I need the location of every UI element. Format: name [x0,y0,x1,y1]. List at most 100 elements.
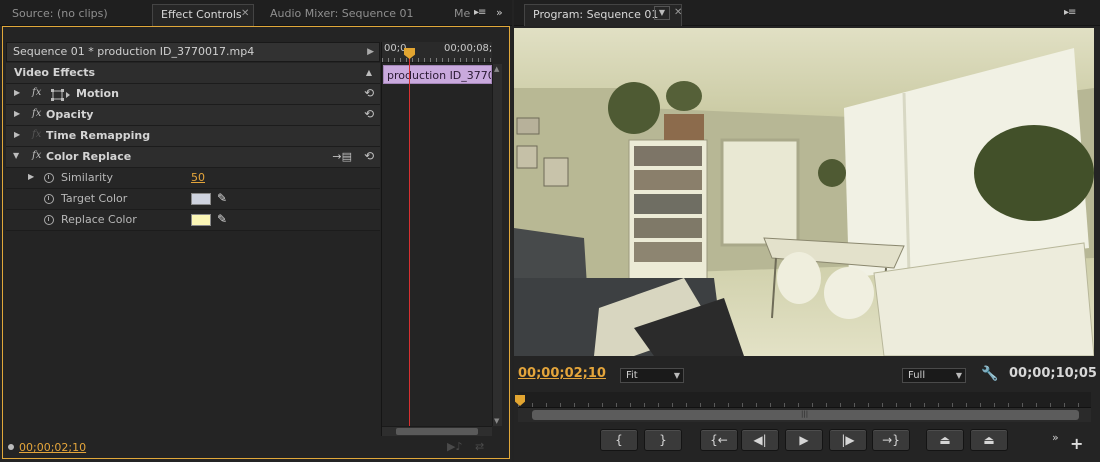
param-row-replace-color: Replace Color ✎ [6,210,380,231]
reset-icon[interactable]: ⟲ [364,86,374,100]
button-editor-plus-icon[interactable]: + [1070,434,1083,453]
panel-menu-icon[interactable]: ▸≡ [1064,7,1076,18]
chevron-down-icon: ▼ [955,371,962,380]
panel-overflow-icon[interactable]: » [496,6,503,19]
param-name: Target Color [61,192,128,205]
scroll-down-icon[interactable]: ▼ [494,417,499,425]
program-video-frame[interactable] [514,28,1094,356]
chevron-down-icon: ▼ [673,371,680,380]
param-name: Replace Color [61,213,137,226]
left-tab-bar: Source: (no clips) Effect Controls ✕ Aud… [0,0,512,26]
tab-audio-mixer[interactable]: Audio Mixer: Sequence 01 [262,4,442,26]
replace-color-swatch[interactable] [191,214,211,226]
fx-toggle-icon[interactable]: fx [32,108,41,119]
ruler-end-label: 00;00;08; [444,43,493,54]
stopwatch-icon[interactable] [44,215,54,225]
tab-effect-controls-label: Effect Controls [161,8,242,21]
play-stop-button[interactable]: ▶ [785,429,823,451]
effect-settings-icon[interactable]: →▤ [332,150,352,163]
fx-toggle-icon[interactable]: fx [32,150,41,161]
wrench-settings-icon[interactable]: 🔧 [981,366,998,382]
param-row-target-color: Target Color ✎ [6,189,380,210]
scroll-up-icon[interactable]: ▲ [494,65,499,73]
lift-icon: ⏏ [939,433,951,447]
play-audio-icon[interactable]: ▶♪ [447,440,462,453]
right-tab-bar: Program: Sequence 01 ▼ ✕ ▸≡ [514,0,1100,26]
tab-source[interactable]: Source: (no clips) [4,4,150,26]
more-controls-icon[interactable]: » [1052,431,1059,444]
param-name: Similarity [61,171,114,184]
duration-timecode: 00;00;10;05 [1009,366,1097,381]
step-forward-icon: |▶ [841,433,855,447]
stopwatch-icon[interactable] [44,194,54,204]
mark-in-button[interactable]: { [600,429,638,451]
mark-out-button[interactable]: } [644,429,682,451]
scroll-grip-icon: ||| [801,410,809,418]
vertical-scrollbar[interactable]: ▲ ▼ [492,64,502,426]
tab-metadata[interactable]: Me [446,4,472,26]
ruler-start-label: 00;0 [384,43,407,54]
show-timeline-icon[interactable]: ▶ [367,47,374,57]
clip-bar[interactable]: production ID_3770017.mp4 [383,65,492,84]
tab-program-label: Program: Sequence 01 [533,8,659,21]
zoom-fit-value: Fit [626,370,638,381]
eyedropper-icon[interactable]: ✎ [217,191,227,205]
resolution-value: Full [908,370,926,381]
horizontal-scrollbar[interactable] [382,426,492,436]
similarity-value[interactable]: 50 [191,171,205,184]
extract-icon: ⏏ [983,433,995,447]
expand-triangle-icon[interactable]: ▶ [14,130,20,139]
program-monitor-panel: Program: Sequence 01 ▼ ✕ ▸≡ 00;00;02;10 … [514,0,1100,462]
current-timecode[interactable]: 00;00;02;10 [518,366,606,381]
collapse-up-icon[interactable]: ▲ [366,68,372,77]
go-to-out-icon: →} [882,433,900,447]
effect-controls-footer: 00;00;02;10 ▶♪ ⇄ [3,438,509,458]
expand-triangle-icon[interactable]: ▶ [14,88,20,97]
expand-triangle-icon[interactable]: ▶ [14,109,20,118]
eyedropper-icon[interactable]: ✎ [217,212,227,226]
effect-row-color-replace[interactable]: ▼ fx Color Replace →▤ ⟲ [6,147,380,168]
expand-triangle-icon[interactable]: ▶ [28,172,34,181]
effect-name: Color Replace [46,150,132,163]
ruler-ticks [382,58,492,62]
scroll-thumb[interactable] [396,428,478,435]
effect-controls-timeline: 00;0 00;00;08; production ID_3770017.mp4… [381,42,502,436]
stopwatch-icon[interactable] [44,173,54,183]
close-tab-icon[interactable]: ✕ [241,8,249,19]
panel-menu-icon[interactable]: ▸≡ [474,7,486,18]
video-effects-heading: Video Effects [14,66,96,79]
tab-source-label: Source: (no clips) [12,7,108,20]
collapse-triangle-icon[interactable]: ▼ [13,151,19,160]
video-effects-header[interactable]: Video Effects ▲ [6,63,380,84]
effect-row-opacity[interactable]: ▶ fx Opacity ⟲ [6,105,380,126]
sequence-clip-header: Sequence 01 * production ID_3770017.mp4 … [6,42,380,62]
zoom-fit-dropdown[interactable]: Fit ▼ [620,368,684,383]
lift-button[interactable]: ⏏ [926,429,964,451]
reset-icon[interactable]: ⟲ [364,149,374,163]
effect-name: Time Remapping [46,129,151,142]
time-ruler[interactable]: 00;0 00;00;08; [382,42,492,63]
step-forward-button[interactable]: |▶ [829,429,867,451]
program-time-ruler[interactable] [518,392,1091,408]
program-zoom-scrollbar[interactable]: ||| [518,408,1091,422]
go-to-in-button[interactable]: {← [700,429,738,451]
mark-out-icon: } [659,433,667,447]
footer-timecode[interactable]: 00;00;02;10 [19,441,86,454]
tab-effect-controls[interactable]: Effect Controls [152,4,254,26]
fx-toggle-icon[interactable]: fx [32,87,41,98]
go-to-out-button[interactable]: →} [872,429,910,451]
playback-resolution-dropdown[interactable]: Full ▼ [902,368,966,383]
reset-icon[interactable]: ⟲ [364,107,374,121]
effect-controls-panel-group: Source: (no clips) Effect Controls ✕ Aud… [0,0,512,462]
transform-icon[interactable] [50,89,70,101]
close-tab-icon[interactable]: ✕ [674,7,682,18]
sequence-clip-label: Sequence 01 * production ID_3770017.mp4 [13,45,255,58]
step-back-button[interactable]: ◀| [741,429,779,451]
target-color-swatch[interactable] [191,193,211,205]
playhead-line [409,52,410,432]
effect-row-time-remapping[interactable]: ▶ fx Time Remapping [6,126,380,147]
effect-row-motion[interactable]: ▶ fx Motion ⟲ [6,84,380,105]
sequence-dropdown-icon[interactable]: ▼ [654,6,670,20]
loop-audio-icon[interactable]: ⇄ [475,440,484,453]
extract-button[interactable]: ⏏ [970,429,1008,451]
